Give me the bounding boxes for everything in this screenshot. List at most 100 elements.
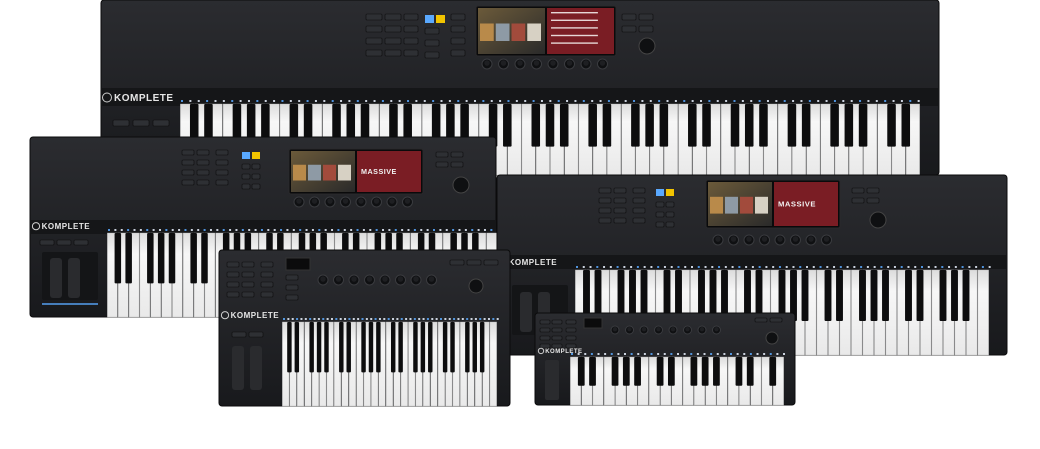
control-button: [241, 291, 255, 298]
light-guide-led: [850, 100, 853, 102]
black-key: [690, 357, 698, 386]
black-key: [190, 233, 197, 284]
light-guide-led: [591, 100, 594, 102]
control-button: [181, 159, 195, 166]
display-screens: [475, 5, 617, 57]
blue-button: [425, 15, 434, 23]
knob-cap: [320, 276, 326, 282]
light-guide-led: [948, 266, 951, 268]
light-guide-led: [649, 100, 652, 102]
light-guide-led: [577, 353, 580, 355]
mod-wheel: [68, 258, 80, 298]
light-guide-led: [909, 100, 912, 102]
light-guide-led: [264, 100, 267, 102]
preset-thumbnail: [323, 164, 336, 181]
light-guide-led: [400, 318, 403, 320]
black-key: [125, 233, 132, 284]
control-button: [565, 335, 577, 341]
black-key: [472, 322, 477, 373]
light-guide-led: [483, 229, 486, 231]
light-guide-led: [603, 266, 606, 268]
black-key: [545, 104, 555, 147]
light-guide-led: [206, 100, 209, 102]
light-guide-led: [766, 100, 769, 102]
light-guide-led: [683, 353, 686, 355]
light-guide-led: [826, 266, 829, 268]
light-guide-led: [623, 266, 626, 268]
light-guide-led: [825, 100, 828, 102]
light-guide-led: [710, 353, 713, 355]
control-button: [241, 261, 255, 268]
light-guide-led: [189, 100, 192, 102]
control-button: [435, 161, 449, 168]
black-key: [589, 357, 596, 386]
knob-cap: [327, 198, 333, 204]
control-button: [632, 217, 646, 224]
black-key: [801, 270, 809, 321]
preset-name: MASSIVE: [361, 167, 397, 176]
light-guide-led: [718, 266, 721, 268]
control-button: [565, 327, 577, 333]
light-guide-led: [365, 318, 368, 320]
control-button: [424, 39, 440, 47]
light-guide-led: [683, 100, 686, 102]
light-guide-led: [609, 266, 612, 268]
touch-strip: [42, 303, 98, 305]
light-guide-led: [471, 229, 474, 231]
control-button: [632, 187, 646, 194]
black-key: [702, 104, 711, 147]
light-guide-led: [239, 100, 242, 102]
light-guide-led: [616, 266, 619, 268]
knob-cap: [699, 327, 705, 332]
knob-cap: [389, 198, 395, 204]
black-key: [559, 104, 569, 147]
light-guide-led: [582, 100, 585, 102]
light-guide-led: [439, 318, 442, 320]
light-guide-led: [704, 266, 707, 268]
light-guide-led: [800, 100, 803, 102]
light-guide-led: [599, 100, 602, 102]
control-button: [196, 179, 210, 186]
light-guide-led: [884, 100, 887, 102]
control-button: [132, 119, 150, 127]
light-guide-led: [557, 100, 560, 102]
light-guide-led: [873, 266, 876, 268]
light-guide-led: [643, 353, 646, 355]
control-button: [248, 331, 264, 338]
light-guide-led: [812, 266, 815, 268]
light-guide-led: [222, 229, 225, 231]
black-key: [339, 322, 344, 373]
black-key: [503, 104, 512, 147]
control-button: [260, 261, 274, 268]
light-guide-led: [677, 353, 680, 355]
control-button: [539, 327, 551, 333]
light-guide-led: [566, 100, 569, 102]
black-key: [413, 322, 418, 373]
black-key: [294, 322, 300, 373]
light-guide-led: [305, 229, 308, 231]
control-button: [613, 217, 627, 224]
light-guide-led: [387, 318, 390, 320]
control-button: [866, 197, 880, 204]
logo-text: KOMPLETE: [231, 311, 280, 320]
light-guide-led: [492, 318, 495, 320]
light-guide-led: [326, 318, 329, 320]
black-key: [398, 322, 403, 373]
control-button: [769, 317, 783, 323]
knob-cap: [342, 198, 349, 204]
light-guide-led: [981, 266, 984, 268]
control-button: [152, 119, 170, 127]
knob-cap: [517, 60, 523, 66]
control-button: [181, 149, 195, 156]
black-key: [479, 322, 485, 373]
preset-thumbnail: [527, 23, 541, 41]
black-key: [316, 322, 322, 373]
4d-encoder: [638, 37, 656, 55]
knob-cap: [670, 327, 676, 332]
light-guide-led: [461, 318, 464, 320]
light-guide-led: [350, 229, 353, 231]
light-guide-led: [396, 318, 399, 320]
control-button: [196, 169, 210, 176]
light-guide-led: [344, 318, 347, 320]
black-key: [168, 233, 176, 284]
